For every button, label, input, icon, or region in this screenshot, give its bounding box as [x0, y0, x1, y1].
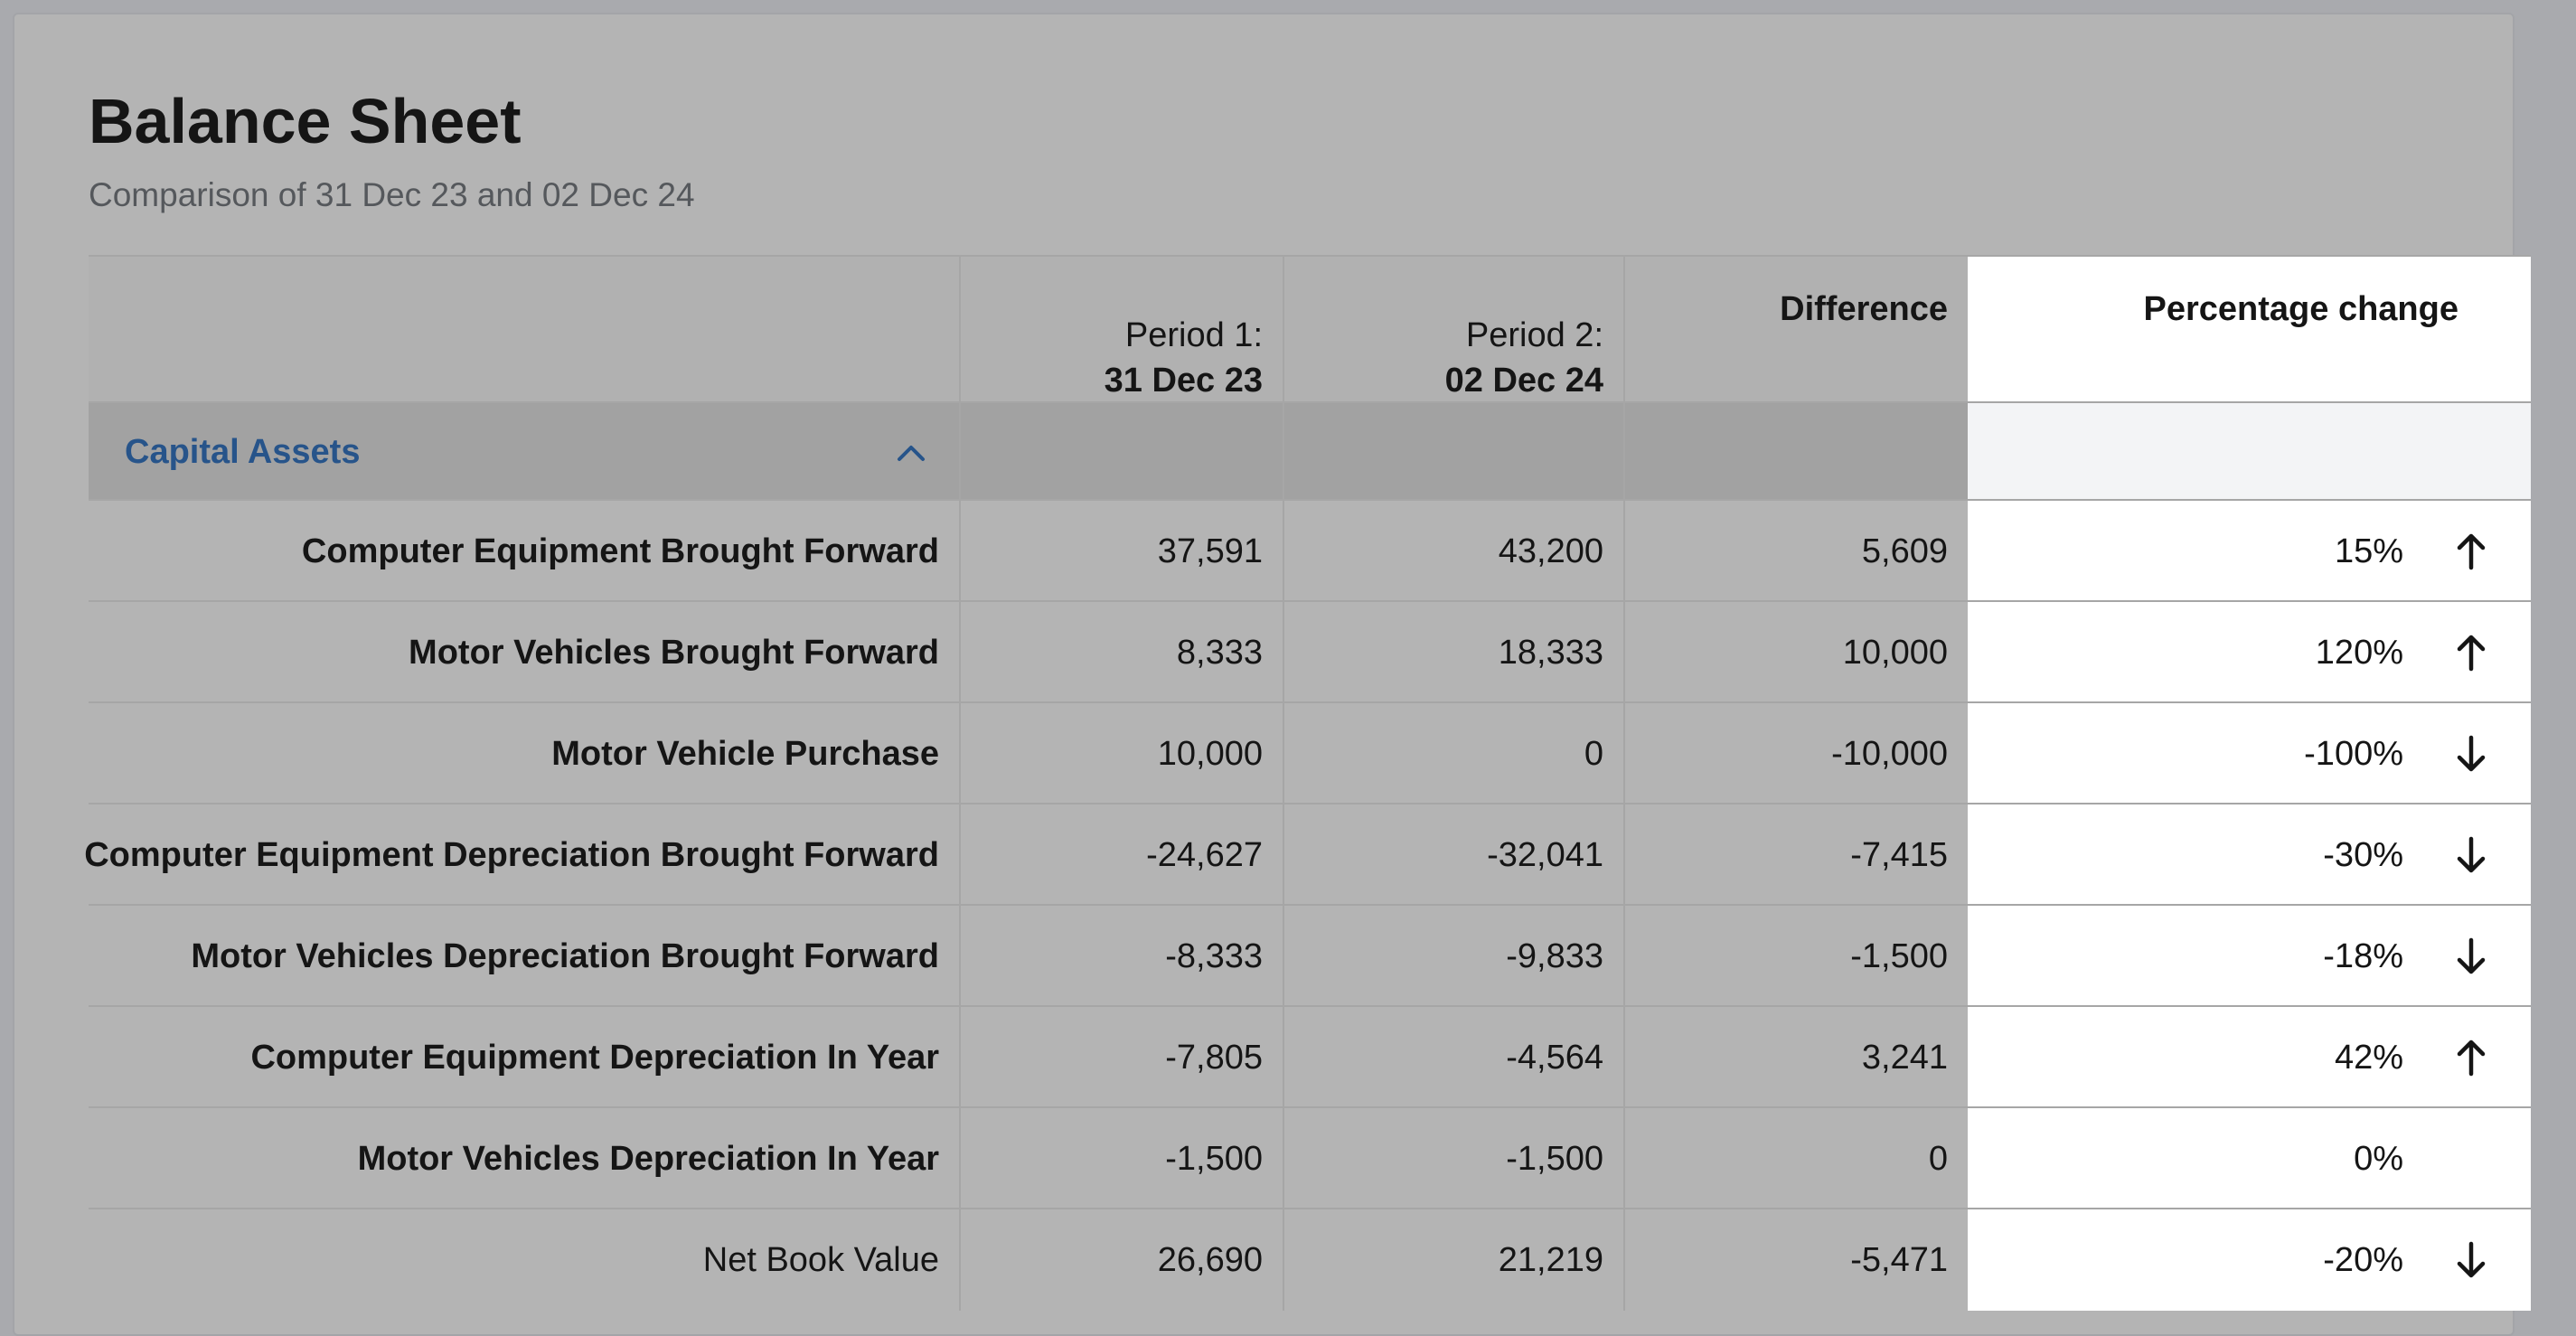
section-cell [1623, 403, 1968, 501]
difference-value: -1,500 [1623, 906, 1968, 1007]
total-row: Net Book Value 26,690 21,219 -5,471 -20% [89, 1208, 2531, 1311]
row-label: Motor Vehicle Purchase [551, 734, 939, 773]
arrow-down-icon [2451, 835, 2491, 875]
arrow-up-icon [2451, 532, 2491, 571]
header-difference: Difference [1623, 257, 1968, 403]
percentage-value: -30% [2323, 835, 2403, 874]
percentage-cell: 15% [1968, 501, 2531, 602]
percentage-cell: -30% [1968, 804, 2531, 906]
percentage-cell: 0% [1968, 1108, 2531, 1209]
balance-sheet-panel: Balance Sheet Comparison of 31 Dec 23 an… [13, 13, 2531, 1336]
period-2-value: 43,200 [1283, 501, 1623, 602]
row-label: Motor Vehicles Brought Forward [409, 633, 939, 672]
section-label: Capital Assets [125, 432, 361, 471]
percentage-value: 15% [2334, 532, 2403, 570]
percentage-value: 120% [2315, 633, 2403, 672]
percentage-cell: -18% [1968, 906, 2531, 1007]
table-row: Computer Equipment Depreciation Brought … [84, 803, 2531, 906]
header-period-1: Period 1: 31 Dec 23 [959, 257, 1283, 403]
section-row-capital-assets[interactable]: Capital Assets [89, 401, 2531, 501]
total-label: Net Book Value [702, 1240, 939, 1279]
table-row: Motor Vehicles Depreciation In Year -1,50… [89, 1106, 2531, 1209]
page-title: Balance Sheet [89, 86, 522, 156]
page-subtitle: Comparison of 31 Dec 23 and 02 Dec 24 [89, 176, 695, 213]
period-1-value: 37,591 [959, 501, 1283, 602]
header-account [89, 257, 959, 403]
percentage-value: 0% [2354, 1139, 2403, 1178]
period-1-value: 26,690 [959, 1209, 1283, 1311]
difference-value: 0 [1623, 1108, 1968, 1209]
difference-value: 5,609 [1623, 501, 1968, 602]
period-1-value: -1,500 [959, 1108, 1283, 1209]
section-cell [959, 403, 1283, 501]
period-1-value: 10,000 [959, 703, 1283, 804]
period-2-value: -4,564 [1283, 1007, 1623, 1108]
table-row: Motor Vehicle Purchase 10,000 0 -10,000 -100… [89, 701, 2531, 804]
difference-value: -5,471 [1623, 1209, 1968, 1311]
period-2-value: 18,333 [1283, 602, 1623, 703]
section-cell [1283, 403, 1623, 501]
header-period-1-date: 31 Dec 23 [1104, 361, 1263, 400]
arrow-up-icon [2451, 1038, 2491, 1077]
period-1-value: -7,805 [959, 1007, 1283, 1108]
percentage-cell: 42% [1968, 1007, 2531, 1108]
period-1-value: -8,333 [959, 906, 1283, 1007]
table-row: Computer Equipment Depreciation In Year -… [89, 1005, 2531, 1108]
section-toggle[interactable]: Capital Assets [89, 403, 959, 501]
period-2-value: -32,041 [1283, 804, 1623, 906]
period-2-value: 0 [1283, 703, 1623, 804]
arrow-down-icon [2451, 1240, 2491, 1280]
period-2-value: 21,219 [1283, 1209, 1623, 1311]
percentage-value: -20% [2323, 1240, 2403, 1279]
row-label: Motor Vehicles Depreciation In Year [357, 1139, 939, 1178]
row-label: Computer Equipment Brought Forward [301, 532, 939, 570]
arrow-down-icon [2451, 734, 2491, 774]
row-label: Computer Equipment Depreciation In Year [250, 1038, 939, 1077]
percentage-cell: -20% [1968, 1209, 2531, 1311]
header-period-1-label: Period 1: [1124, 316, 1263, 355]
section-cell [1968, 403, 2531, 501]
arrow-down-icon [2451, 936, 2491, 976]
header-period-2-label: Period 2: [1465, 316, 1603, 355]
percentage-value: -100% [2304, 734, 2403, 773]
percentage-cell: 120% [1968, 602, 2531, 703]
percentage-cell: -100% [1968, 703, 2531, 804]
difference-value: 10,000 [1623, 602, 1968, 703]
period-1-value: 8,333 [959, 602, 1283, 703]
percentage-value: -18% [2323, 936, 2403, 975]
row-label: Computer Equipment Depreciation Brought … [84, 835, 939, 874]
header-period-2-date: 02 Dec 24 [1444, 361, 1603, 400]
row-label: Motor Vehicles Depreciation Brought Forw… [191, 936, 939, 975]
header-period-2: Period 2: 02 Dec 24 [1283, 257, 1623, 403]
difference-value: -7,415 [1623, 804, 1968, 906]
period-2-value: -9,833 [1283, 906, 1623, 1007]
difference-value: -10,000 [1623, 703, 1968, 804]
table-row: Computer Equipment Brought Forward 37,591… [89, 499, 2531, 602]
period-2-value: -1,500 [1283, 1108, 1623, 1209]
table-row: Motor Vehicles Brought Forward 8,333 18,33… [89, 600, 2531, 703]
table-row: Motor Vehicles Depreciation Brought Forw… [89, 904, 2531, 1007]
percentage-value: 42% [2334, 1038, 2403, 1077]
header-percentage-change: Percentage change [1968, 257, 2531, 403]
arrow-up-icon [2451, 633, 2491, 673]
period-1-value: -24,627 [959, 804, 1283, 906]
chevron-up-icon[interactable] [896, 433, 926, 472]
table-header-row: Period 1: 31 Dec 23 Period 2: 02 Dec 24 … [89, 255, 2531, 403]
difference-value: 3,241 [1623, 1007, 1968, 1108]
